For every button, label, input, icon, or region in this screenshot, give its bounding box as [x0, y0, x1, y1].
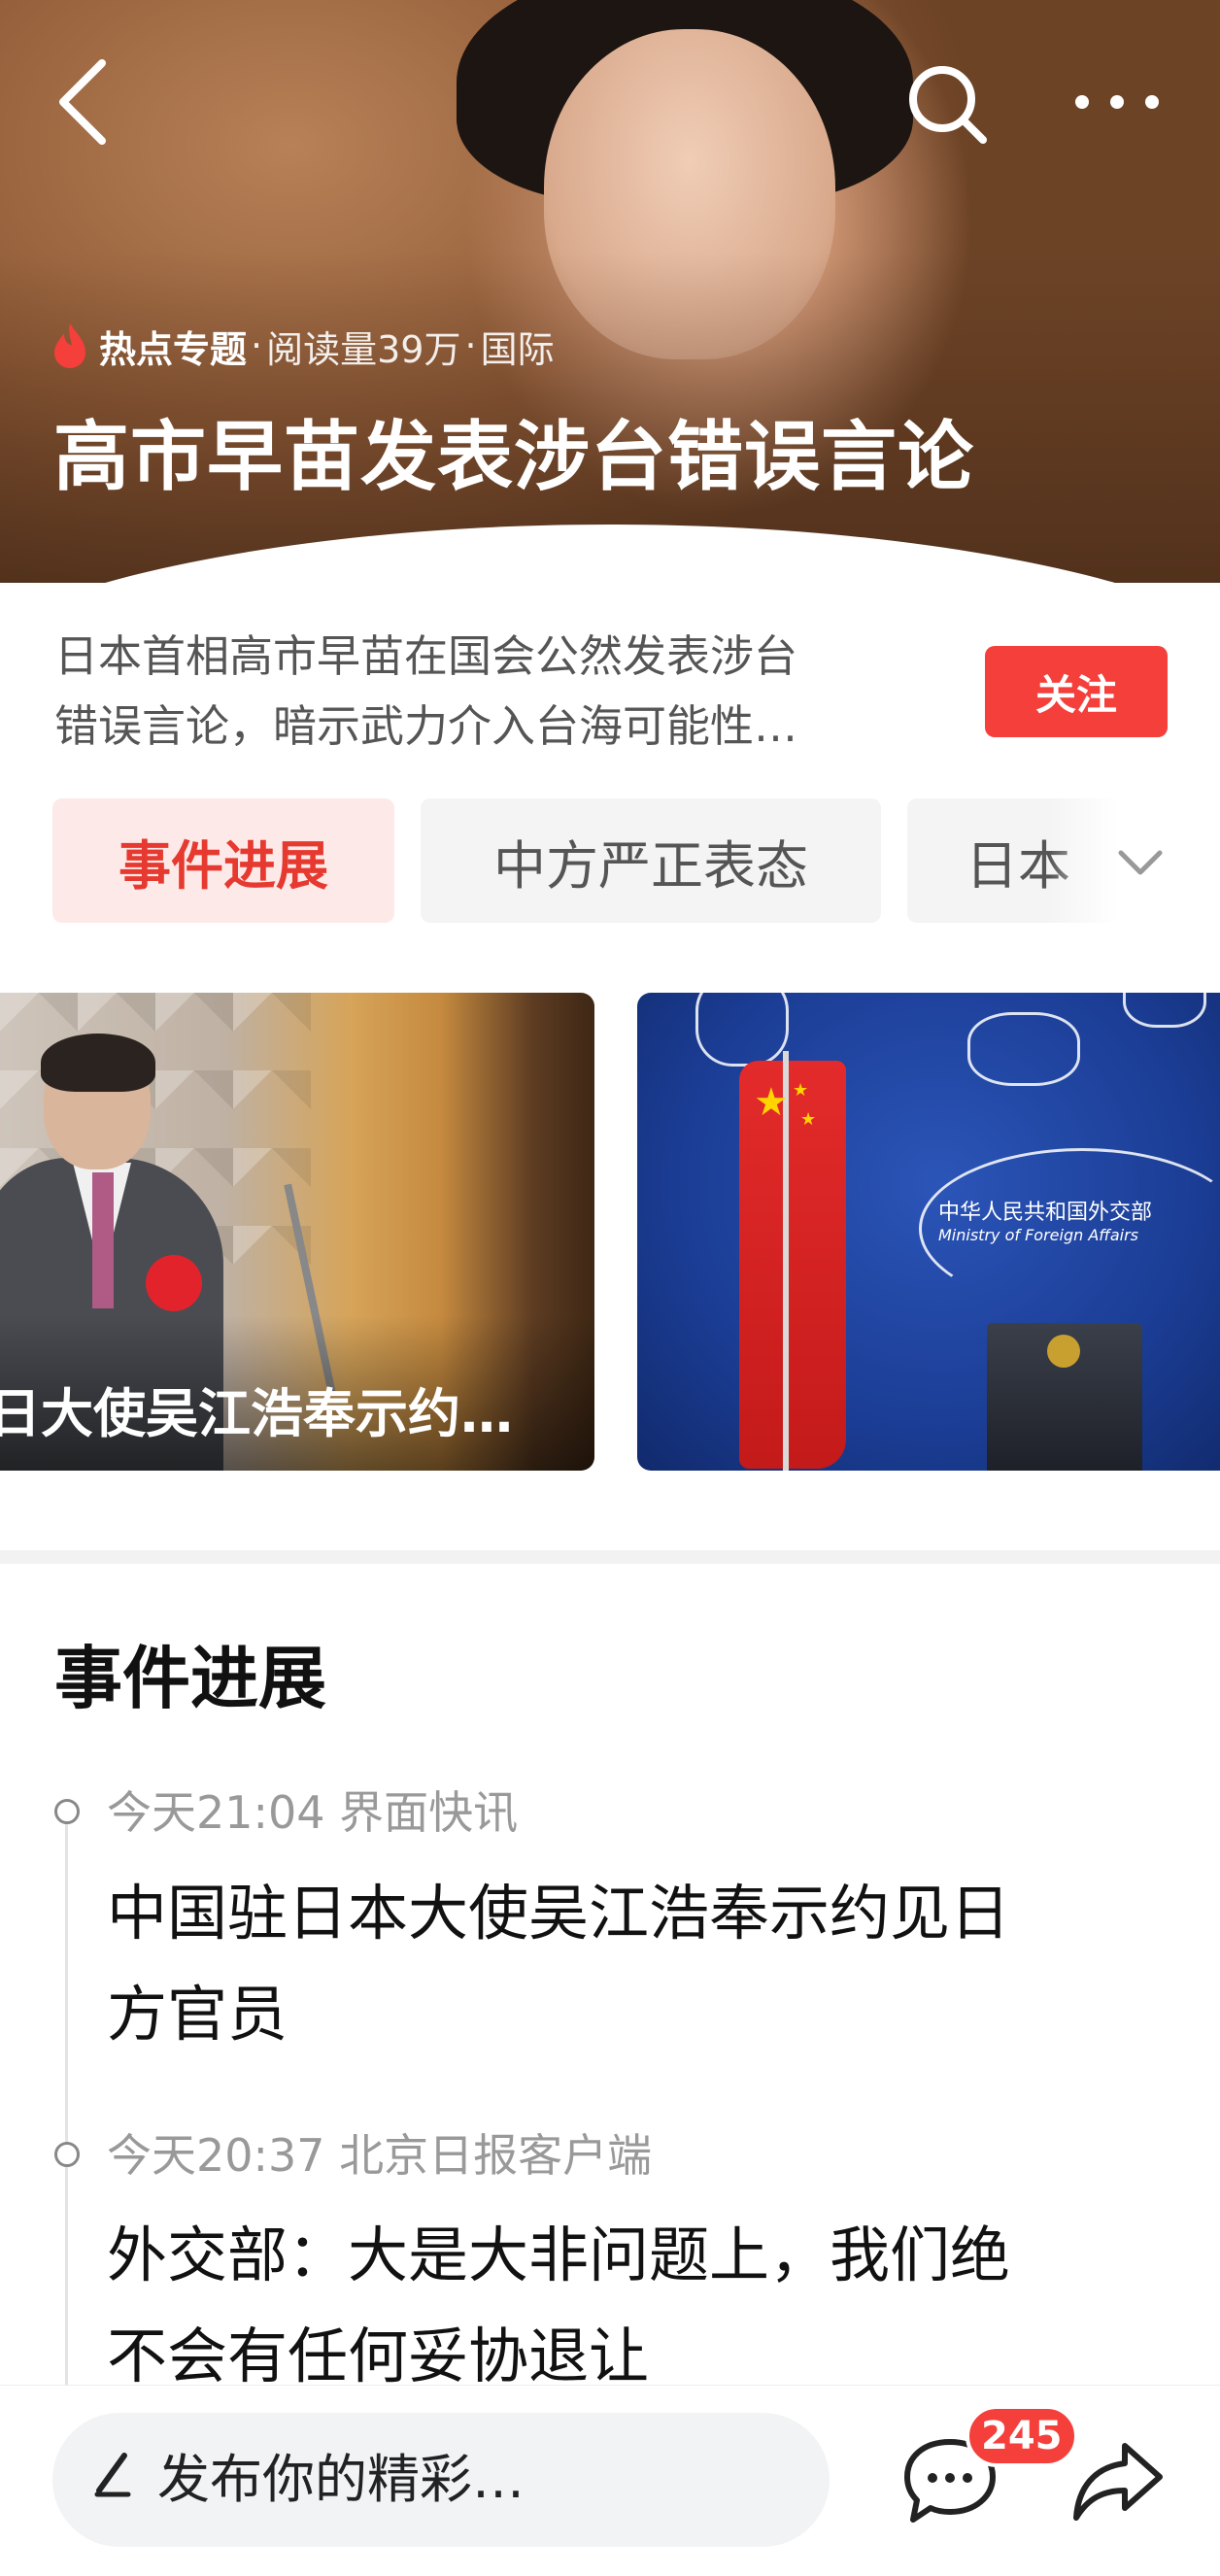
comment-input[interactable]: 发布你的精彩…	[52, 2413, 830, 2547]
topic-tag: 热点专题	[99, 327, 248, 371]
tab-event-progress[interactable]: 事件进展	[52, 798, 394, 923]
timeline-item-title[interactable]: 外交部：大是大非问题上，我们绝 不会有任何妥协退让	[107, 2205, 1136, 2407]
description-line: 错误言论，暗示武力介入台海可能性…	[54, 700, 798, 752]
page-title: 高市早苗发表涉台错误言论	[53, 414, 975, 501]
back-icon[interactable]	[49, 53, 117, 151]
hero-banner: 热点专题 · 阅读量39万 · 国际 高市早苗发表涉台错误言论	[0, 0, 1220, 583]
star-icon: ★	[793, 1080, 809, 1101]
tab-china-stance[interactable]: 中方严正表态	[421, 798, 881, 923]
emblem-icon	[1047, 1335, 1080, 1368]
search-icon[interactable]	[903, 60, 991, 148]
card-caption: 日大使吴江浩奉示约…	[0, 1383, 513, 1444]
ministry-name-cn: 中华人民共和国外交部	[938, 1201, 1153, 1225]
timeline-dot	[54, 2142, 80, 2167]
card-photo-tie	[92, 1172, 114, 1308]
comment-count-badge: 245	[966, 2405, 1078, 2467]
star-icon: ★	[754, 1080, 789, 1125]
comment-placeholder: 发布你的精彩…	[157, 2449, 525, 2510]
topic-meta: 热点专题 · 阅读量39万 · 国际	[51, 317, 555, 375]
read-count: 阅读量39万	[266, 327, 461, 371]
topic-category: 国际	[480, 327, 555, 371]
meta-separator: ·	[464, 324, 477, 367]
timeline-line	[65, 1813, 68, 2395]
pen-icon	[94, 2453, 131, 2497]
timeline-title-line: 不会有任何妥协退让	[107, 2321, 650, 2391]
timeline-title-line: 方官员	[107, 1979, 288, 2050]
timeline-title-line: 外交部：大是大非问题上，我们绝	[107, 2220, 1011, 2290]
timeline-item-title[interactable]: 中国驻日本大使吴江浩奉示约见日 方官员	[107, 1863, 1136, 2065]
flame-icon	[54, 323, 85, 368]
topic-description[interactable]: 日本首相高市早苗在国会公然发表涉台 错误言论，暗示武力介入台海可能性…	[54, 622, 929, 762]
timeline-meta: 今天21:04 界面快讯	[107, 1786, 519, 1839]
topic-tabs: 事件进展 中方严正表态 日本	[0, 798, 1220, 925]
follow-button[interactable]: 关注	[985, 646, 1168, 737]
section-divider	[0, 1550, 1220, 1564]
card-photo-hair	[41, 1034, 155, 1092]
more-icon[interactable]	[1068, 83, 1166, 121]
timeline-dot	[54, 1799, 80, 1824]
chevron-down-icon[interactable]	[1115, 845, 1166, 880]
timeline-title-line: 中国驻日本大使吴江浩奉示约见日	[107, 1878, 1011, 1949]
card-photo-rosette	[146, 1255, 202, 1311]
bottom-bar: 发布你的精彩… 245	[0, 2385, 1220, 2576]
timeline-meta: 今天20:37 北京日报客户端	[107, 2129, 653, 2182]
news-card[interactable]: 日大使吴江浩奉示约…	[0, 993, 594, 1471]
share-icon[interactable]	[1068, 2432, 1166, 2529]
star-icon: ★	[800, 1109, 817, 1130]
card-photo-map	[1123, 993, 1206, 1028]
card-photo-map	[695, 993, 789, 1067]
meta-separator: ·	[251, 324, 263, 367]
section-title: 事件进展	[54, 1639, 326, 1718]
news-card[interactable]: ★ ★ ★ 中华人民共和国外交部 Ministry of Foreign Aff…	[637, 993, 1220, 1471]
description-line: 日本首相高市早苗在国会公然发表涉台	[54, 630, 798, 682]
card-photo-map	[967, 1012, 1080, 1086]
ministry-name-en: Ministry of Foreign Affairs	[938, 1226, 1138, 1244]
